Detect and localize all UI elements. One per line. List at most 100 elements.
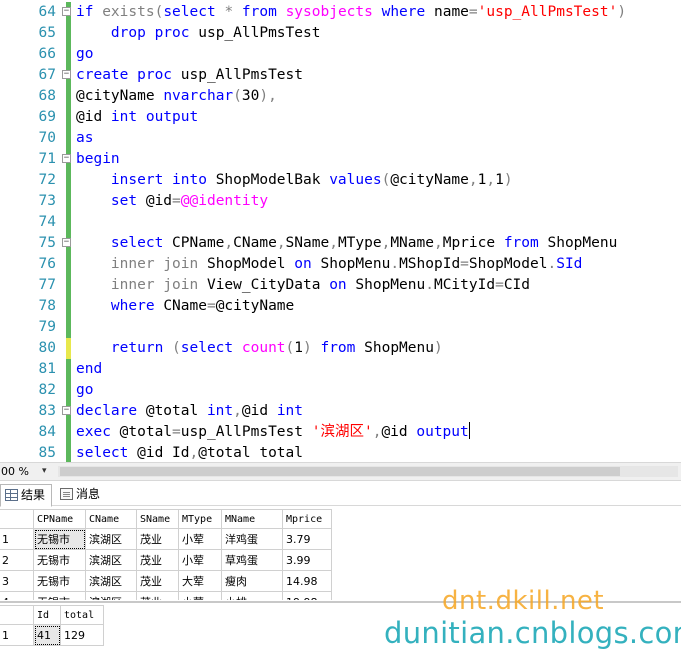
line-number: 73 [38,193,56,209]
row-number[interactable]: 1 [0,624,34,646]
line-number: 65 [38,25,56,41]
code-text: as [76,130,94,146]
change-marker [66,254,71,275]
chevron-down-icon[interactable]: ▾ [42,463,47,480]
code-text: select @id Id,@total total [76,445,303,461]
code-line[interactable]: 78 where CName=@cityName [0,296,681,317]
line-number: 64 [38,4,56,20]
collapse-region-icon[interactable]: − [62,406,71,415]
table-cell[interactable]: 无锡市 [33,528,86,550]
column-header[interactable]: Id [33,605,61,625]
code-line[interactable]: 66 go [0,44,681,65]
code-line[interactable]: 72 insert into ShopModelBak values(@city… [0,170,681,191]
collapse-region-icon[interactable]: − [62,154,71,163]
table-row[interactable]: 2 无锡市 滨湖区 茂业 小荤 草鸡蛋 3.99 [0,549,332,571]
text-caret [468,422,470,439]
table-cell[interactable]: 茂业 [136,549,179,571]
code-line[interactable]: 85 select @id Id,@total total [0,443,681,462]
code-line[interactable]: 84 exec @total=usp_AllPmsTest '滨湖区',@id o… [0,422,681,443]
code-line[interactable]: 77 inner join View_CityData on ShopMenu.… [0,275,681,296]
table-cell[interactable]: 129 [60,624,104,646]
tab-results[interactable]: 结果 [0,484,53,507]
table-cell[interactable]: 滨湖区 [85,570,137,592]
code-line[interactable]: 71− begin [0,149,681,170]
collapse-region-icon[interactable]: − [62,7,71,16]
table-cell[interactable]: 洋鸡蛋 [221,528,283,550]
code-line[interactable]: 67− create proc usp_AllPmsTest [0,65,681,86]
code-line[interactable]: 83− declare @total int,@id int [0,401,681,422]
tab-messages[interactable]: 消息 [56,484,106,505]
table-cell[interactable]: 3.99 [282,549,332,571]
collapse-region-icon[interactable]: − [62,238,71,247]
code-line[interactable]: 81 end [0,359,681,380]
table-cell[interactable]: 草鸡蛋 [221,549,283,571]
scrollbar-thumb[interactable] [60,467,620,476]
table-cell[interactable]: 滨湖区 [85,549,137,571]
line-number: 84 [38,424,56,440]
table-cell[interactable]: 瘦肉 [221,570,283,592]
code-text: @cityName nvarchar(30), [76,88,277,104]
row-number[interactable]: 3 [0,570,34,592]
table-cell[interactable]: 19.98 [282,591,332,600]
table-cell[interactable]: 无锡市 [33,570,86,592]
column-header[interactable]: total [60,605,104,625]
table-row[interactable]: 4无锡市滨湖区茂业小荤小排19.98 [0,591,332,600]
table-row[interactable]: 1 无锡市 滨湖区 茂业 小荤 洋鸡蛋 3.79 [0,528,332,550]
code-line[interactable]: 79 [0,317,681,338]
code-text: inner join ShopModel on ShopMenu.MShopId… [110,256,583,272]
code-line[interactable]: 74 [0,212,681,233]
code-line[interactable]: 69 @id int output [0,107,681,128]
table-cell[interactable]: 茂业 [136,591,179,600]
row-number[interactable]: 1 [0,528,34,550]
zoom-level[interactable]: 00 % [0,463,29,480]
line-number: 66 [38,46,56,62]
change-marker [66,359,71,380]
table-cell[interactable]: 小荤 [178,528,222,550]
code-text: begin [76,151,120,167]
table-cell[interactable]: 茂业 [136,528,179,550]
code-text: if exists(select * from sysobjects where… [76,4,627,20]
table-cell[interactable]: 41 [33,624,61,646]
table-cell[interactable]: 小荤 [178,591,222,600]
column-header[interactable]: MName [221,509,283,529]
table-row[interactable]: 1 41 129 [0,624,104,646]
column-header[interactable]: MType [178,509,222,529]
table-cell[interactable]: 小排 [221,591,283,600]
code-line[interactable]: 65 drop proc usp_AllPmsTest [0,23,681,44]
row-number[interactable]: 4 [0,591,34,600]
table-cell[interactable]: 大荤 [178,570,222,592]
code-line[interactable]: 75− select CPName,CName,SName,MType,MNam… [0,233,681,254]
column-header[interactable]: CName [85,509,137,529]
table-cell[interactable]: 3.79 [282,528,332,550]
code-line[interactable]: 64− if exists(select * from sysobjects wh… [0,2,681,23]
row-header-corner [0,509,34,529]
line-number: 71 [38,151,56,167]
table-cell[interactable]: 无锡市 [33,591,86,600]
table-cell[interactable]: 滨湖区 [85,528,137,550]
row-number[interactable]: 2 [0,549,34,571]
change-marker [66,422,71,443]
sql-editor[interactable]: 64− if exists(select * from sysobjects wh… [0,0,681,462]
table-cell[interactable]: 茂业 [136,570,179,592]
line-number: 76 [38,256,56,272]
column-header[interactable]: CPName [33,509,86,529]
table-cell[interactable]: 小荤 [178,549,222,571]
code-text: @id int output [76,109,199,125]
column-header[interactable]: SName [136,509,179,529]
table-cell[interactable]: 14.98 [282,570,332,592]
line-number: 80 [38,340,56,356]
results-tab-bar: 结果 消息 [0,481,681,507]
column-header[interactable]: Mprice [282,509,332,529]
code-line[interactable]: 70 as [0,128,681,149]
code-line[interactable]: 68 @cityName nvarchar(30), [0,86,681,107]
code-line[interactable]: 76 inner join ShopModel on ShopMenu.MSho… [0,254,681,275]
table-cell[interactable]: 滨湖区 [85,591,137,600]
code-line[interactable]: 82 go [0,380,681,401]
collapse-region-icon[interactable]: − [62,70,71,79]
table-row[interactable]: 3 无锡市 滨湖区 茂业 大荤 瘦肉 14.98 [0,570,332,592]
code-text: end [76,361,103,377]
watermark-line-2: dunitian.cnblogs.com [384,616,681,650]
code-line[interactable]: 80 return (select count(1) from ShopMenu… [0,338,681,359]
code-line[interactable]: 73 set @id=@@identity [0,191,681,212]
table-cell[interactable]: 无锡市 [33,549,86,571]
